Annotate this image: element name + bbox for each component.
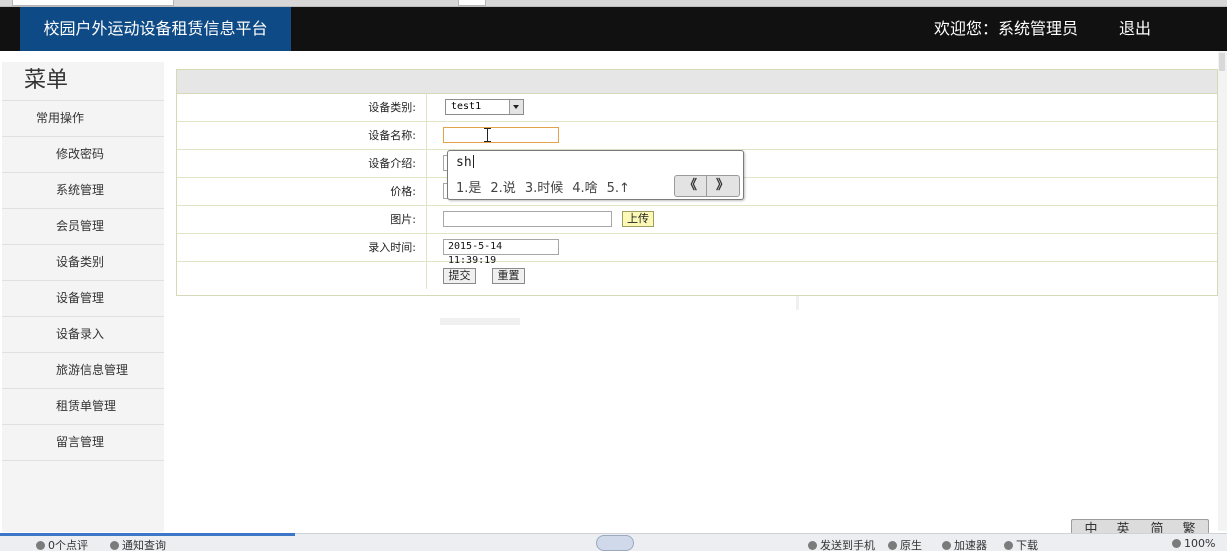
submit-button[interactable]: 提交 <box>443 268 476 284</box>
menu-title: 菜单 <box>2 62 164 101</box>
menu-section-common[interactable]: 常用操作 <box>2 101 164 137</box>
zoom-level[interactable]: 100% <box>1172 537 1215 550</box>
logout-link[interactable]: 退出 <box>1119 7 1151 51</box>
app-header: 校园户外运动设备租赁信息平台 欢迎您：系统管理员 退出 <box>0 7 1227 51</box>
equipment-name-input[interactable] <box>443 127 559 143</box>
entry-time-input[interactable]: 2015-5-14 11:39:19 <box>443 239 559 266</box>
upload-button[interactable]: 上传 <box>622 211 654 227</box>
form-row-image: 图片: 上传 <box>177 206 1217 234</box>
name-label: 设备名称: <box>177 122 427 149</box>
sidebar-item-equipment[interactable]: 设备管理 <box>2 281 164 317</box>
download-text: 下载 <box>1016 539 1038 551</box>
text-cursor-icon <box>484 128 491 142</box>
speedup-text: 加速器 <box>954 539 987 551</box>
browser-tab[interactable] <box>458 0 486 6</box>
ime-candidate-list: 1.是 2.说 3.时候 4.啥 5.↑ <box>456 177 639 196</box>
sidebar-item-messages[interactable]: 留言管理 <box>2 425 164 461</box>
site-title: 校园户外运动设备租赁信息平台 <box>20 7 291 51</box>
category-label: 设备类别: <box>177 94 427 121</box>
form-row-category: 设备类别: test1 <box>177 94 1217 122</box>
ime-candidate[interactable]: 1.是 <box>456 181 481 196</box>
notice-text: 通知查询 <box>122 539 166 551</box>
scrollbar-thumb[interactable] <box>1219 53 1225 71</box>
page-load-progress <box>0 533 295 536</box>
sidebar-item-change-password[interactable]: 修改密码 <box>2 137 164 173</box>
sidebar-item-members[interactable]: 会员管理 <box>2 209 164 245</box>
ghost-artifact <box>440 318 520 325</box>
sidebar-item-equipment-entry[interactable]: 设备录入 <box>2 317 164 353</box>
browser-tab[interactable] <box>12 0 174 6</box>
download-icon <box>1004 541 1013 550</box>
welcome-text: 欢迎您：系统管理员 <box>934 19 1079 38</box>
form-row-actions: 提交 重置 <box>177 262 1217 289</box>
sidebar-item-travel-info[interactable]: 旅游信息管理 <box>2 353 164 389</box>
actions-label-cell <box>177 262 427 289</box>
page-scrollbar[interactable] <box>1218 51 1227 531</box>
chevron-down-icon[interactable] <box>509 100 523 114</box>
zoom-icon <box>1172 539 1181 548</box>
ime-candidate[interactable]: 3.时候 <box>525 181 563 196</box>
reset-button[interactable]: 重置 <box>492 268 525 284</box>
sidebar-menu: 菜单 常用操作 修改密码 系统管理 会员管理 设备类别 设备管理 设备录入 旅游… <box>2 62 164 532</box>
ime-candidate-window: sh 1.是 2.说 3.时候 4.啥 5.↑ 《 》 <box>447 150 744 200</box>
send-phone-text: 发送到手机 <box>820 539 875 551</box>
native-text: 原生 <box>900 539 922 551</box>
ime-candidate[interactable]: 5.↑ <box>607 181 630 196</box>
phone-icon <box>808 541 817 550</box>
ime-candidate[interactable]: 4.啥 <box>572 181 597 196</box>
ime-candidate[interactable]: 2.说 <box>490 181 515 196</box>
ime-next-page-button[interactable]: 》 <box>707 176 738 196</box>
intro-label: 设备介绍: <box>177 150 427 177</box>
comments-text: 0个点评 <box>48 539 88 551</box>
sidebar-item-rental-orders[interactable]: 租赁单管理 <box>2 389 164 425</box>
image-label: 图片: <box>177 206 427 233</box>
speedup[interactable]: 加速器 <box>942 537 987 551</box>
ime-composition: sh <box>456 155 474 170</box>
category-select[interactable]: test1 <box>445 99 524 115</box>
panel-header <box>177 70 1217 94</box>
notice-status[interactable]: 通知查询 <box>110 537 166 551</box>
time-label: 录入时间: <box>177 234 427 261</box>
comments-status[interactable]: 0个点评 <box>36 537 88 551</box>
download[interactable]: 下载 <box>1004 537 1038 551</box>
bell-icon <box>110 541 119 550</box>
browser-tab-strip <box>0 0 1227 7</box>
statusbar-center-knob[interactable] <box>596 535 634 551</box>
zoom-text: 100% <box>1184 537 1216 550</box>
ime-prev-page-button[interactable]: 《 <box>675 176 707 196</box>
rocket-icon <box>942 541 951 550</box>
sidebar-item-system[interactable]: 系统管理 <box>2 173 164 209</box>
globe-icon <box>888 541 897 550</box>
image-path-input[interactable] <box>443 211 612 227</box>
sidebar-item-categories[interactable]: 设备类别 <box>2 245 164 281</box>
form-row-time: 录入时间: 2015-5-14 11:39:19 <box>177 234 1217 266</box>
comment-icon <box>36 541 45 550</box>
category-select-value: test1 <box>451 101 482 112</box>
native-mode[interactable]: 原生 <box>888 537 922 551</box>
form-row-name: 设备名称: <box>177 122 1217 150</box>
send-to-phone[interactable]: 发送到手机 <box>808 537 875 551</box>
ime-pager: 《 》 <box>674 175 740 197</box>
price-label: 价格: <box>177 178 427 205</box>
